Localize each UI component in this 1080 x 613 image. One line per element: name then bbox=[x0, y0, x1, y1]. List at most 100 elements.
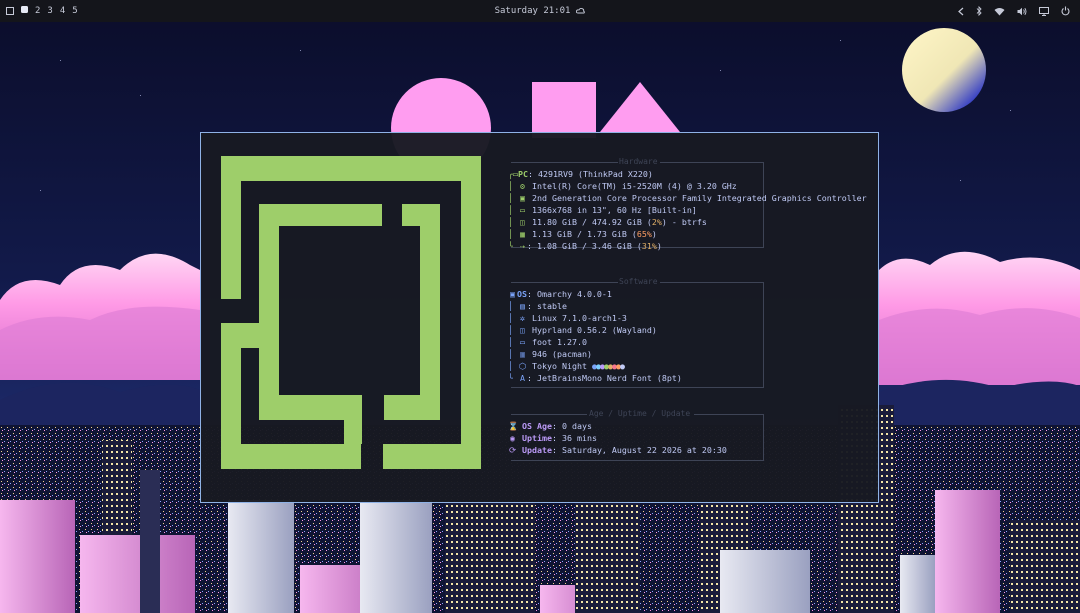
software-os-row: ▣ OS: Omarchy 4.0.0-1 bbox=[508, 288, 612, 300]
swap-icon: ⇢ bbox=[520, 241, 525, 251]
pc-value: : 4291RV9 (ThinkPad X220) bbox=[528, 169, 653, 179]
workspace-2[interactable]: 2 bbox=[35, 0, 40, 22]
software-channel-row: │ ▤: stable bbox=[508, 301, 567, 311]
chevron-left-icon[interactable] bbox=[958, 7, 964, 16]
os-age-row: ⌛ OS Age: 0 days bbox=[508, 420, 592, 432]
workspace-5[interactable]: 5 bbox=[72, 0, 77, 22]
kernel-value: Linux 7.1.0-arch1-3 bbox=[532, 313, 627, 323]
update-value: : Saturday, August 22 2026 at 20:30 bbox=[551, 445, 727, 455]
software-wm-row: │ ◫ Hyprland 0.56.2 (Wayland) bbox=[508, 325, 657, 335]
hardware-display-row: │ ▭ 1366x768 in 13", 60 Hz [Built-in] bbox=[508, 205, 697, 215]
swap-close: ) bbox=[656, 241, 662, 251]
memory-icon: ▦ bbox=[520, 229, 525, 239]
power-icon[interactable] bbox=[1061, 6, 1070, 16]
uptime-icon: ◉ bbox=[510, 433, 515, 443]
hardware-swap-row: ╰ ⇢: 1.08 GiB / 3.46 GiB (31%) bbox=[508, 241, 662, 251]
memory-percent: 65% bbox=[636, 229, 652, 239]
hardware-rule-right bbox=[660, 162, 763, 163]
theme-value: Tokyo Night bbox=[532, 361, 587, 371]
packages-value: 946 (pacman) bbox=[532, 349, 592, 359]
terminal-value: foot 1.27.0 bbox=[532, 337, 587, 347]
monitor-icon[interactable] bbox=[1039, 6, 1049, 16]
uptime-key: Uptime bbox=[522, 433, 552, 443]
age-title: Age / Uptime / Update bbox=[589, 409, 691, 418]
palette-dot: ● bbox=[619, 361, 625, 371]
window-manager-icon: ◫ bbox=[520, 325, 525, 335]
software-theme-row: │ ⬡ Tokyo Night ●●●●●●●● bbox=[508, 361, 625, 371]
terminal-icon: ▭ bbox=[520, 337, 525, 347]
clock-area: Saturday 21:01 bbox=[0, 6, 1080, 16]
swap-value: : 1.08 GiB / 3.46 GiB ( bbox=[527, 241, 642, 251]
workspace-4[interactable]: 4 bbox=[60, 0, 65, 22]
clock[interactable]: Saturday 21:01 bbox=[495, 6, 571, 16]
system-tray bbox=[958, 6, 1074, 16]
memory-close: ) bbox=[651, 229, 657, 239]
age-rule-bottom bbox=[511, 460, 764, 461]
terminal-window[interactable]: Hardware ╭▭PC: 4291RV9 (ThinkPad X220) │… bbox=[200, 132, 879, 503]
uptime-row: ◉ Uptime: 36 mins bbox=[508, 432, 597, 444]
memory-value: 1.13 GiB / 1.73 GiB ( bbox=[532, 229, 637, 239]
software-kernel-row: │ ✲ Linux 7.1.0-arch1-3 bbox=[508, 313, 627, 323]
font-icon: A bbox=[520, 373, 525, 383]
software-title: Software bbox=[619, 277, 658, 286]
hardware-disk-row: │ ◫ 11.80 GiB / 474.92 GiB (2%) - btrfs bbox=[508, 217, 707, 227]
hardware-rule-side bbox=[763, 162, 764, 247]
cpu-value: Intel(R) Core(TM) i5-2520M (4) @ 3.20 GH… bbox=[532, 181, 737, 191]
age-rule-left bbox=[511, 414, 587, 415]
uptime-value: : 36 mins bbox=[551, 433, 597, 443]
bluetooth-icon[interactable] bbox=[976, 6, 982, 16]
cpu-icon: ⚙ bbox=[520, 181, 525, 191]
disk-value: 11.80 GiB / 474.92 GiB ( bbox=[532, 217, 652, 227]
swap-percent: 31% bbox=[641, 241, 657, 251]
software-rule-right bbox=[660, 282, 763, 283]
wm-value: Hyprland 0.56.2 (Wayland) bbox=[532, 325, 657, 335]
hardware-title: Hardware bbox=[619, 157, 658, 166]
update-row: ⟳ Update: Saturday, August 22 2026 at 20… bbox=[508, 444, 727, 456]
workspace-3[interactable]: 3 bbox=[47, 0, 52, 22]
display-icon: ▭ bbox=[520, 205, 525, 215]
hardware-memory-row: │ ▦ 1.13 GiB / 1.73 GiB (65%) bbox=[508, 229, 657, 239]
os-logo-icon: ▣ bbox=[510, 289, 515, 299]
hardware-rule-left bbox=[511, 162, 618, 163]
hardware-cpu-row: │ ⚙ Intel(R) Core(TM) i5-2520M (4) @ 3.2… bbox=[508, 181, 737, 191]
package-icon: ▥ bbox=[520, 349, 525, 359]
volume-icon[interactable] bbox=[1017, 7, 1027, 16]
display-value: 1366x768 in 13", 60 Hz [Built-in] bbox=[532, 205, 697, 215]
update-icon: ⟳ bbox=[509, 445, 516, 455]
channel-icon: ▤ bbox=[520, 301, 525, 311]
software-packages-row: │ ▥ 946 (pacman) bbox=[508, 349, 592, 359]
disk-fs: ) - btrfs bbox=[661, 217, 707, 227]
gpu-icon: ▣ bbox=[520, 193, 525, 203]
software-terminal-row: │ ▭ foot 1.27.0 bbox=[508, 337, 587, 347]
launcher-icon[interactable] bbox=[6, 7, 14, 15]
software-rule-bottom bbox=[511, 387, 764, 388]
hardware-pc-row: ╭▭PC: 4291RV9 (ThinkPad X220) bbox=[508, 168, 653, 180]
age-rule-side bbox=[763, 414, 764, 460]
wifi-icon[interactable] bbox=[994, 7, 1005, 16]
hardware-gpu-row: │ ▣ 2nd Generation Core Processor Family… bbox=[508, 193, 867, 203]
os-key: OS bbox=[517, 289, 527, 299]
workspace-switcher: 2 3 4 5 bbox=[6, 0, 78, 22]
hourglass-icon: ⌛ bbox=[508, 421, 519, 431]
os-age-value: : 0 days bbox=[551, 421, 592, 431]
age-rule-right bbox=[694, 414, 763, 415]
theme-icon: ⬡ bbox=[518, 361, 527, 371]
font-value: JetBrainsMono Nerd Font (8pt) bbox=[537, 373, 682, 383]
workspace-1[interactable] bbox=[21, 0, 28, 22]
software-font-row: ╰ A: JetBrainsMono Nerd Font (8pt) bbox=[508, 373, 682, 383]
os-age-key: OS Age bbox=[522, 421, 552, 431]
disk-percent: 2% bbox=[651, 217, 662, 227]
os-value: : Omarchy 4.0.0-1 bbox=[527, 289, 612, 299]
software-rule-left bbox=[511, 282, 618, 283]
omarchy-logo bbox=[221, 156, 481, 469]
disk-icon: ◫ bbox=[520, 217, 525, 227]
weather-icon bbox=[576, 7, 586, 15]
top-bar: 2 3 4 5 Saturday 21:01 bbox=[0, 0, 1080, 22]
software-rule-side bbox=[763, 282, 764, 387]
channel-value: : stable bbox=[527, 301, 567, 311]
kernel-icon: ✲ bbox=[520, 313, 525, 323]
update-key: Update bbox=[522, 445, 552, 455]
laptop-icon: ╭▭ bbox=[508, 169, 518, 179]
pc-key: PC bbox=[518, 169, 528, 179]
gpu-value: 2nd Generation Core Processor Family Int… bbox=[532, 193, 867, 203]
